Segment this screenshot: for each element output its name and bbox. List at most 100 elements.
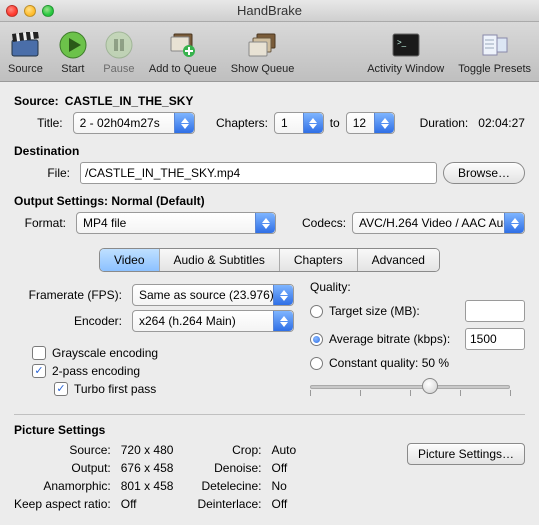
picture-settings: Picture Settings Source: 720 x 480 Outpu… [14, 414, 525, 511]
presets-label: Toggle Presets [458, 63, 531, 75]
twopass-check-row[interactable]: ✓ 2-pass encoding [32, 364, 294, 378]
codecs-label: Codecs: [302, 216, 346, 230]
source-button[interactable]: Source [8, 29, 43, 75]
toggle-presets-button[interactable]: Toggle Presets [458, 29, 531, 75]
avg-bitrate-field[interactable] [465, 328, 525, 350]
constant-quality-label: Constant quality: 50 % [329, 356, 449, 370]
pic-detelecine-value: No [271, 479, 296, 493]
svg-text:>_: >_ [397, 38, 407, 47]
pic-anamorphic-label: Anamorphic: [14, 479, 111, 493]
pic-aspect-label: Keep aspect ratio: [14, 497, 111, 511]
chevron-updown-icon [255, 213, 275, 233]
slider-knob[interactable] [422, 378, 438, 394]
destination-heading: Destination [14, 144, 525, 158]
chevron-updown-icon [303, 113, 323, 133]
pic-denoise-label: Denoise: [197, 461, 261, 475]
picture-settings-button[interactable]: Picture Settings… [407, 443, 525, 465]
turbo-check-row[interactable]: ✓ Turbo first pass [54, 382, 294, 396]
encoder-label: Encoder: [14, 314, 126, 328]
format-value: MP4 file [83, 216, 126, 230]
start-label: Start [61, 63, 84, 75]
title-label: Title: [14, 116, 67, 130]
add-to-queue-button[interactable]: Add to Queue [149, 29, 217, 75]
chapter-to-value: 12 [353, 116, 366, 130]
pause-icon [103, 29, 135, 61]
settings-tabs: Video Audio & Subtitles Chapters Advance… [99, 248, 440, 272]
tab-chapters[interactable]: Chapters [280, 249, 358, 271]
target-size-field[interactable] [465, 300, 525, 322]
play-icon [57, 29, 89, 61]
chevron-updown-icon [273, 311, 293, 331]
chapter-to-select[interactable]: 12 [346, 112, 396, 134]
target-size-label: Target size (MB): [329, 304, 420, 318]
chevron-updown-icon [504, 213, 524, 233]
quality-slider[interactable] [310, 376, 510, 396]
pic-source-label: Source: [14, 443, 111, 457]
chevron-updown-icon [273, 285, 293, 305]
terminal-icon: >_ [390, 29, 422, 61]
tab-video[interactable]: Video [100, 249, 159, 271]
title-value: 2 - 02h04m27s [80, 116, 160, 130]
pic-deinterlace-label: Deinterlace: [197, 497, 261, 511]
chapter-from-select[interactable]: 1 [274, 112, 324, 134]
grayscale-check-row[interactable]: Grayscale encoding [32, 346, 294, 360]
picture-settings-button-label: Picture Settings… [418, 447, 514, 461]
titlebar: HandBrake [0, 0, 539, 22]
toolbar: Source Start Pause Add to Queue Show Que… [0, 22, 539, 82]
constant-quality-radio-row[interactable]: Constant quality: 50 % [310, 356, 525, 370]
grayscale-label: Grayscale encoding [52, 346, 158, 360]
checkbox-checked-icon: ✓ [32, 364, 46, 378]
radio-icon [310, 305, 323, 318]
pause-label: Pause [103, 63, 134, 75]
content: Source: CASTLE_IN_THE_SKY Title: 2 - 02h… [0, 82, 539, 525]
pic-output-label: Output: [14, 461, 111, 475]
codecs-value: AVC/H.264 Video / AAC Audio [359, 216, 519, 230]
pic-source-value: 720 x 480 [121, 443, 174, 457]
twopass-label: 2-pass encoding [52, 364, 140, 378]
pic-aspect-value: Off [121, 497, 174, 511]
avg-bitrate-label: Average bitrate (kbps): [329, 332, 450, 346]
pic-deinterlace-value: Off [271, 497, 296, 511]
duration-value: 02:04:27 [478, 116, 525, 130]
start-button[interactable]: Start [57, 29, 89, 75]
quality-column: Quality: Target size (MB): Average bitra… [310, 280, 525, 400]
window-title: HandBrake [0, 3, 539, 18]
pic-detelecine-label: Detelecine: [197, 479, 261, 493]
target-size-radio-row[interactable]: Target size (MB): [310, 300, 525, 322]
quality-heading: Quality: [310, 280, 525, 294]
clapperboard-icon [9, 29, 41, 61]
drawer-icon [479, 29, 511, 61]
add-queue-icon [167, 29, 199, 61]
turbo-label: Turbo first pass [74, 382, 156, 396]
pic-crop-value: Auto [271, 443, 296, 457]
checkbox-checked-icon: ✓ [54, 382, 68, 396]
radio-selected-icon [310, 333, 323, 346]
file-label: File: [14, 166, 74, 180]
avg-bitrate-input[interactable] [470, 332, 520, 346]
framerate-value: Same as source (23.976) [139, 288, 274, 302]
activity-window-button[interactable]: >_ Activity Window [367, 29, 444, 75]
checkbox-icon [32, 346, 46, 360]
show-queue-button[interactable]: Show Queue [231, 29, 295, 75]
source-label: Source: [14, 94, 59, 108]
encoder-select[interactable]: x264 (h.264 Main) [132, 310, 294, 332]
browse-button[interactable]: Browse… [443, 162, 525, 184]
chapter-from-value: 1 [281, 116, 288, 130]
source-label: Source [8, 63, 43, 75]
chevron-updown-icon [374, 113, 394, 133]
file-path-input[interactable] [85, 166, 432, 180]
pic-denoise-value: Off [271, 461, 296, 475]
pause-button[interactable]: Pause [103, 29, 135, 75]
framerate-select[interactable]: Same as source (23.976) [132, 284, 294, 306]
title-select[interactable]: 2 - 02h04m27s [73, 112, 196, 134]
avg-bitrate-radio-row[interactable]: Average bitrate (kbps): [310, 328, 525, 350]
add-queue-label: Add to Queue [149, 63, 217, 75]
chapters-label: Chapters: [216, 116, 268, 130]
tab-advanced[interactable]: Advanced [358, 249, 439, 271]
file-path-field[interactable] [80, 162, 437, 184]
pic-crop-label: Crop: [197, 443, 261, 457]
output-settings-heading: Output Settings: Normal (Default) [14, 194, 525, 208]
codecs-select[interactable]: AVC/H.264 Video / AAC Audio [352, 212, 525, 234]
format-select[interactable]: MP4 file [76, 212, 276, 234]
tab-audio-subtitles[interactable]: Audio & Subtitles [160, 249, 280, 271]
